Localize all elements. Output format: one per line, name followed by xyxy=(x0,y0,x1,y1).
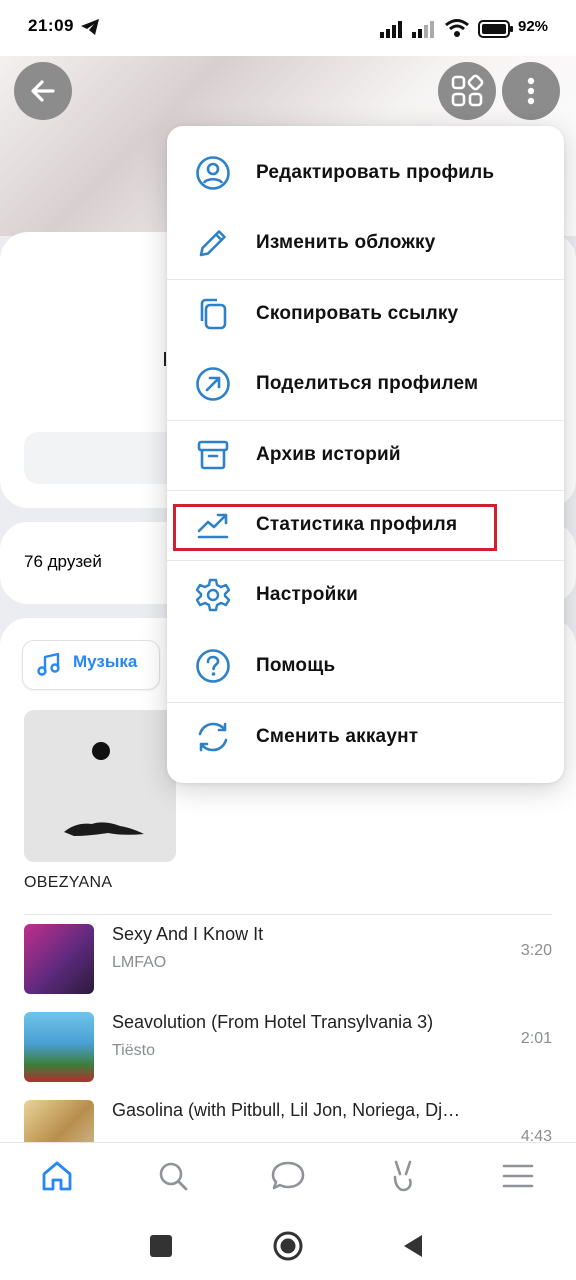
track-title: Seavolution (From Hotel Transylvania 3) xyxy=(112,1012,434,1032)
nav-search[interactable] xyxy=(151,1154,195,1198)
highlight-box xyxy=(173,504,497,551)
menu-item-share-profile[interactable]: Поделиться профилем xyxy=(167,349,564,419)
menu-item-label: Помощь xyxy=(256,655,336,676)
track-artist: LMFAO xyxy=(112,954,167,971)
menu-item-label: Изменить обложку xyxy=(256,232,436,253)
track-row[interactable]: Gasolina (with Pitbull, Lil Jon, Noriega… xyxy=(0,1090,576,1142)
nav-messages[interactable] xyxy=(266,1154,310,1198)
menu-item-switch-account[interactable]: Сменить аккаунт xyxy=(167,702,564,772)
menu-item-help[interactable]: Помощь xyxy=(167,631,564,701)
menu-item-stories-archive[interactable]: Архив историй xyxy=(167,420,564,490)
track-title: Gasolina (with Pitbull, Lil Jon, Noriega… xyxy=(112,1100,461,1120)
track-duration: 4:43 xyxy=(520,1128,552,1142)
profile-name-fragment xyxy=(164,352,166,366)
music-tab-label: Музыка xyxy=(73,652,138,671)
help-icon xyxy=(196,649,230,683)
menu-item-change-cover[interactable]: Изменить обложку xyxy=(167,208,564,278)
signal-icon xyxy=(412,21,434,38)
back-button[interactable] xyxy=(14,62,72,120)
telegram-icon xyxy=(81,19,99,35)
menu-item-label: Редактировать профиль xyxy=(256,162,495,183)
profile-options-menu: Редактировать профиль Изменить обложку С… xyxy=(167,126,564,783)
user-circle-icon xyxy=(196,156,230,190)
clips-icon xyxy=(393,1160,412,1192)
more-options-button[interactable] xyxy=(502,62,560,120)
battery-icon xyxy=(478,20,513,38)
music-note-icon xyxy=(37,652,60,676)
arrow-left-icon xyxy=(31,80,55,102)
search-icon xyxy=(159,1162,188,1191)
menu-item-settings[interactable]: Настройки xyxy=(167,560,564,630)
menu-item-copy-link[interactable]: Скопировать ссылку xyxy=(167,279,564,349)
track-row[interactable]: Sexy And I Know It LMFAO 3:20 xyxy=(0,914,576,994)
status-time: 21:09 xyxy=(28,16,74,35)
apps-grid-icon xyxy=(451,74,484,107)
track-cover xyxy=(24,924,94,994)
signal-icon xyxy=(380,21,402,38)
gear-icon xyxy=(195,578,231,612)
pencil-icon xyxy=(199,230,226,257)
archive-icon xyxy=(197,440,229,470)
friends-count: 76 друзей xyxy=(24,552,102,571)
back-triangle-icon[interactable] xyxy=(402,1233,424,1259)
share-arrow-icon xyxy=(196,367,230,401)
battery-percent: 92% xyxy=(518,18,549,35)
track-duration: 2:01 xyxy=(520,1030,552,1047)
album-cover[interactable] xyxy=(24,710,176,862)
track-duration: 3:20 xyxy=(520,942,552,959)
nav-menu[interactable] xyxy=(496,1154,540,1198)
track-row[interactable]: Seavolution (From Hotel Transylvania 3) … xyxy=(0,1002,576,1082)
switch-account-icon xyxy=(198,722,228,752)
menu-item-edit-profile[interactable]: Редактировать профиль xyxy=(167,138,564,208)
chat-bubble-icon xyxy=(271,1161,305,1190)
track-artist: Tiësto xyxy=(112,1042,155,1059)
menu-item-label: Сменить аккаунт xyxy=(256,726,419,747)
album-art xyxy=(24,710,176,862)
home-icon xyxy=(42,1161,72,1191)
services-button[interactable] xyxy=(438,62,496,120)
wifi-icon xyxy=(445,19,469,37)
menu-item-label: Поделиться профилем xyxy=(256,373,479,394)
album-title: OBEZYANA xyxy=(24,874,113,891)
home-circle-icon[interactable] xyxy=(272,1230,304,1262)
nav-home[interactable] xyxy=(35,1154,79,1198)
more-vertical-icon xyxy=(527,77,535,105)
copy-icon xyxy=(200,298,227,330)
menu-item-label: Настройки xyxy=(256,584,359,605)
nav-clips[interactable] xyxy=(381,1154,425,1198)
menu-item-label: Скопировать ссылку xyxy=(256,303,459,324)
track-cover xyxy=(24,1100,94,1142)
recent-apps-icon[interactable] xyxy=(150,1235,172,1257)
menu-item-label: Архив историй xyxy=(256,444,401,465)
track-cover xyxy=(24,1012,94,1082)
track-title: Sexy And I Know It xyxy=(112,924,264,944)
hamburger-menu-icon xyxy=(502,1164,534,1188)
